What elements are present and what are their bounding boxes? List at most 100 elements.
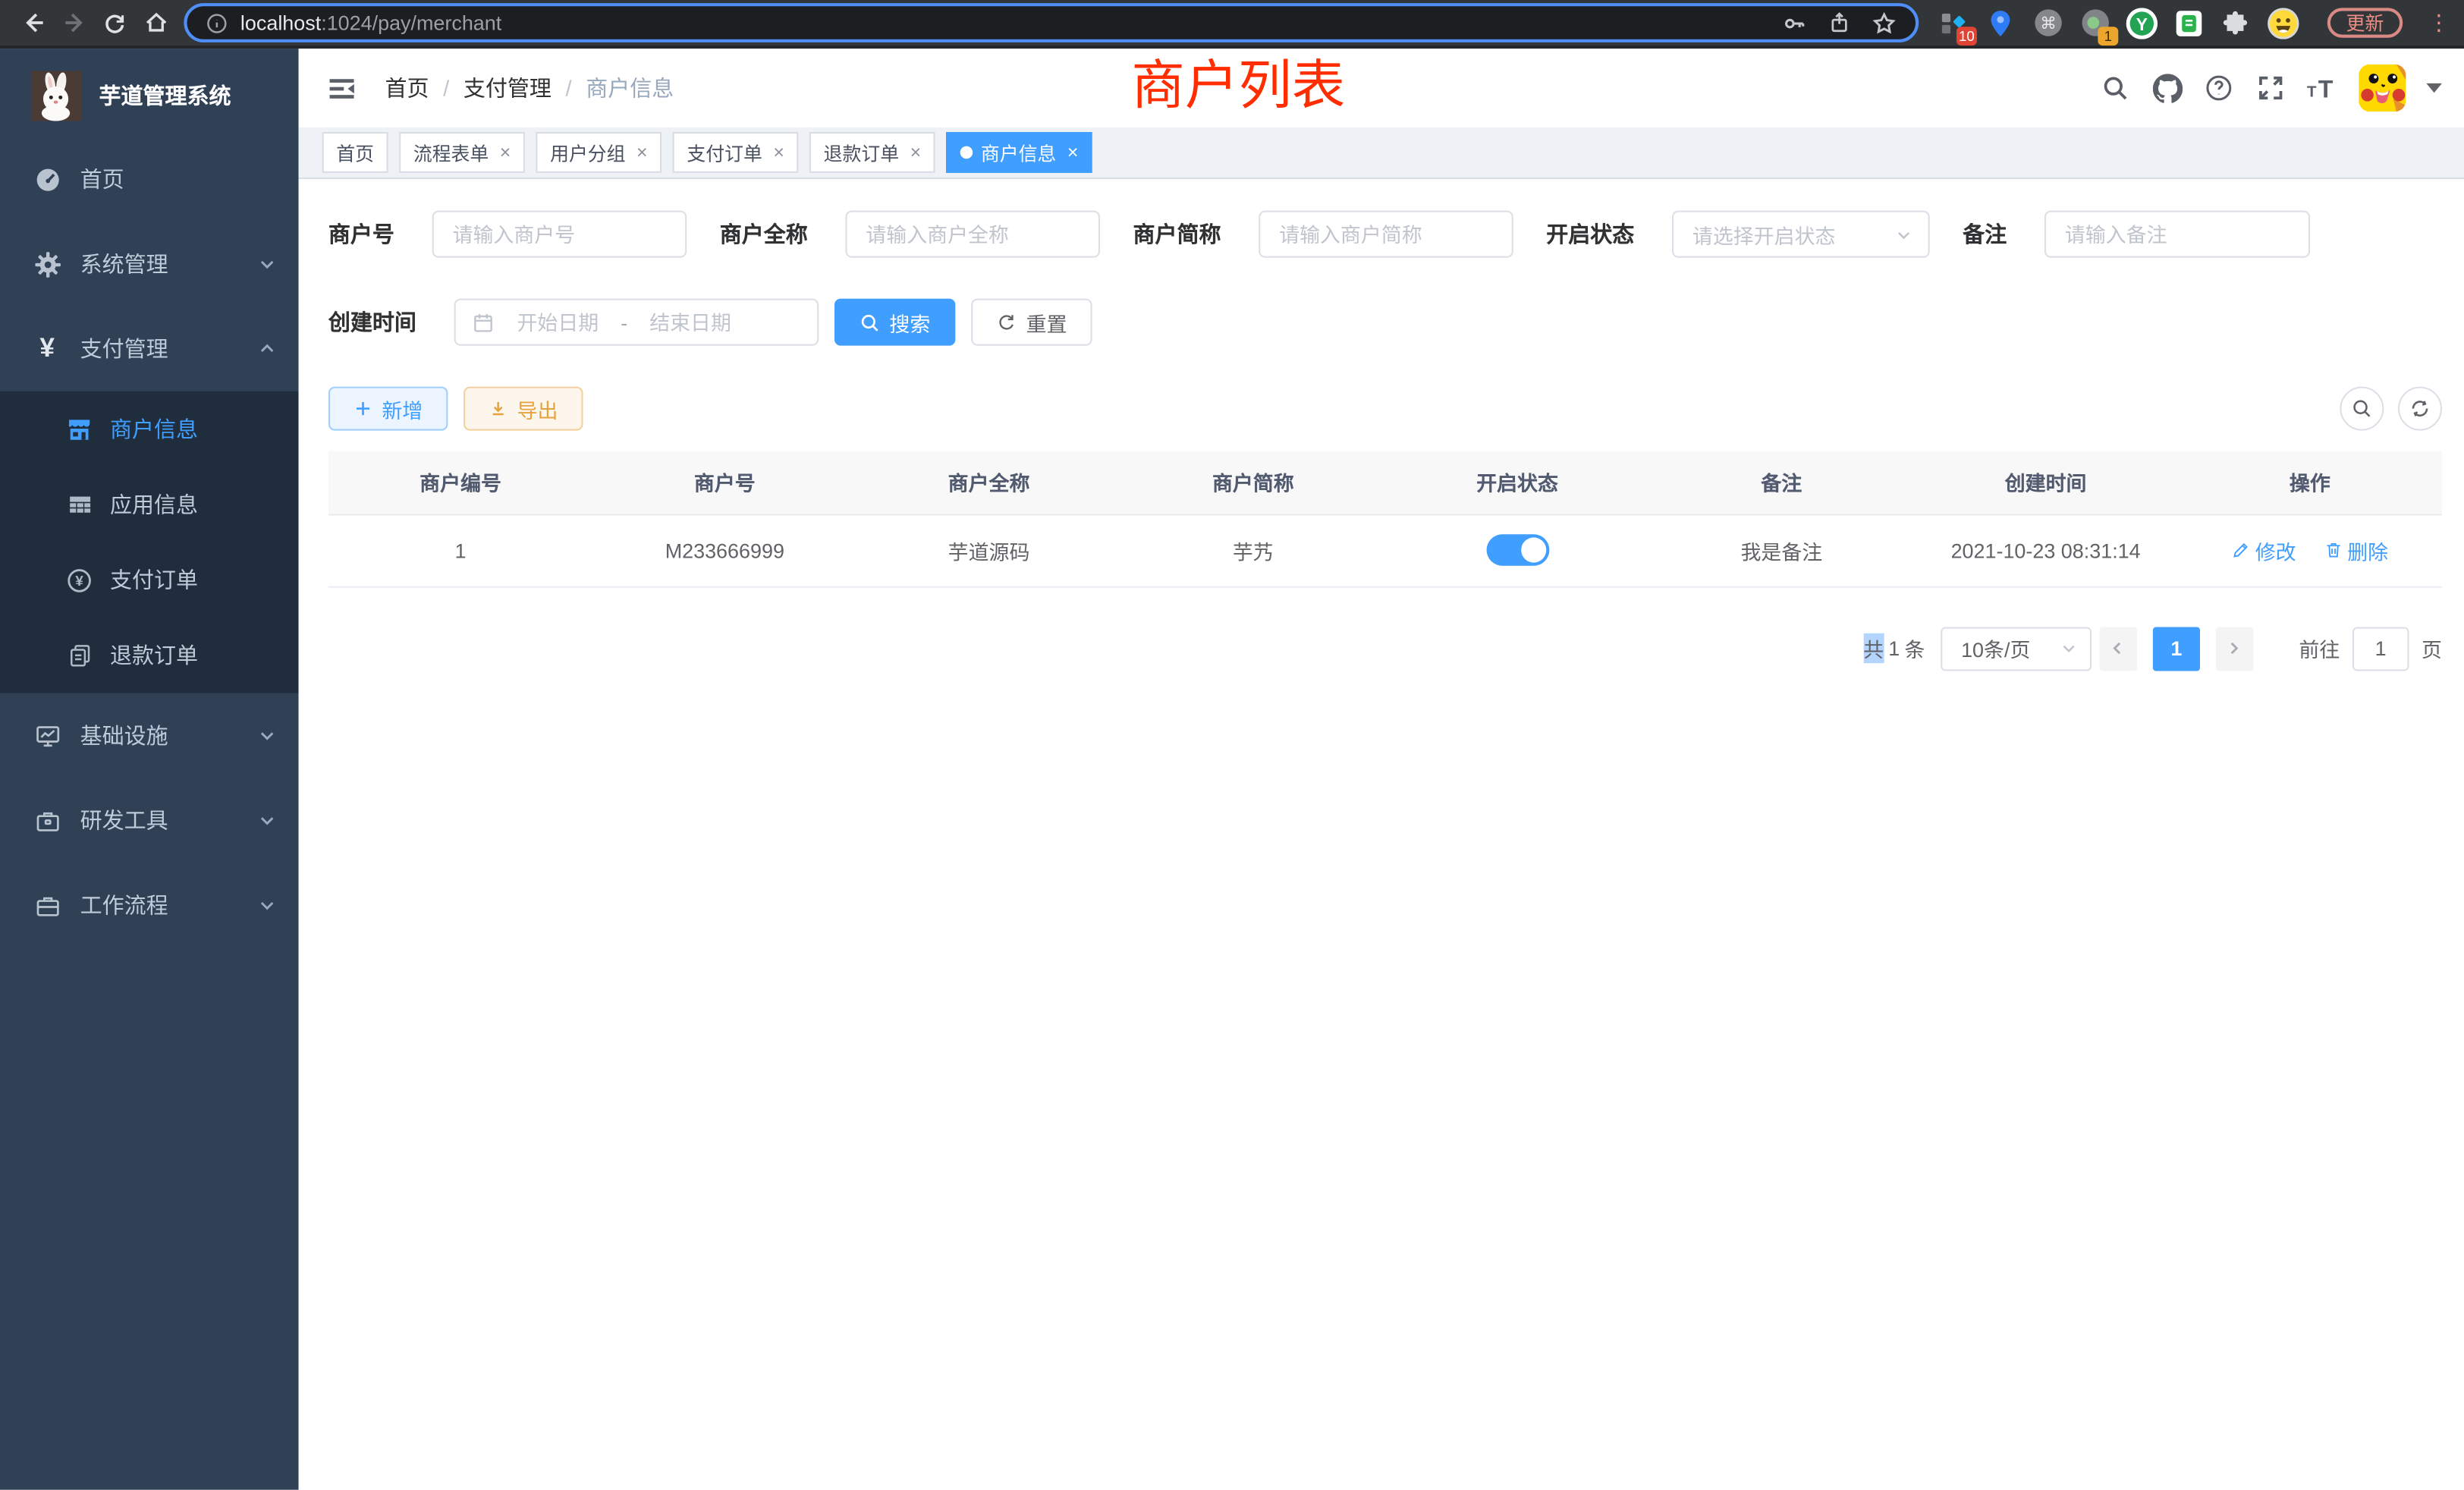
share-icon[interactable]	[1828, 11, 1851, 35]
full-name-input[interactable]	[845, 211, 1100, 258]
table-refresh-icon[interactable]	[2398, 387, 2442, 431]
sidebar-subitem-label: 支付订单	[110, 564, 198, 596]
sidebar-item-devtools[interactable]: 研发工具	[0, 778, 299, 863]
search-icon[interactable]	[2099, 72, 2130, 103]
start-date-input[interactable]	[501, 310, 614, 334]
tab-label: 退款订单	[824, 139, 899, 165]
next-page-icon[interactable]	[2216, 626, 2254, 670]
toolbox-icon	[33, 806, 61, 835]
url-bar[interactable]: localhost:1024/pay/merchant	[184, 3, 1919, 42]
grid-icon	[66, 491, 93, 517]
edit-link[interactable]: 修改	[2232, 535, 2296, 564]
browser-menu-kebab-icon[interactable]: ⋮	[2428, 9, 2450, 36]
breadcrumb-pay[interactable]: 支付管理	[464, 72, 552, 103]
cell-short-name: 芋艿	[1121, 514, 1385, 586]
github-icon[interactable]	[2151, 72, 2183, 103]
sidebar-subitem-merchant[interactable]: 商户信息	[0, 391, 299, 467]
sidebar-subitem-app[interactable]: 应用信息	[0, 467, 299, 542]
full-name-label: 商户全称	[720, 218, 808, 250]
tab-process-form[interactable]: 流程表单	[399, 132, 525, 173]
total-prefix: 共	[1863, 633, 1884, 663]
tab-merchant-info[interactable]: 商户信息	[946, 132, 1092, 173]
cell-merchant-id: 1	[328, 514, 592, 586]
calendar-icon	[471, 310, 495, 334]
caret-down-icon[interactable]	[2426, 83, 2442, 94]
remark-input[interactable]	[2044, 211, 2310, 258]
back-icon[interactable]	[13, 2, 54, 43]
svg-text:T: T	[2318, 76, 2334, 102]
add-button-label: 新增	[382, 394, 423, 423]
user-avatar[interactable]	[2359, 64, 2406, 112]
app-logo-row[interactable]: 芋道管理系统	[0, 49, 299, 121]
sidebar-item-home[interactable]: 首页	[0, 137, 299, 222]
bookmark-star-icon[interactable]	[1872, 10, 1897, 35]
end-date-input[interactable]	[633, 310, 746, 334]
table-row: 1 M233666999 芋道源码 芋艿 我是备注 2021-10-23 08:…	[328, 514, 2442, 586]
tab-label: 商户信息	[981, 139, 1056, 165]
merchant-table: 商户编号 商户号 商户全称 商户简称 开启状态 备注 创建时间 操作 1	[328, 451, 2442, 587]
sidebar-subitem-refund-order[interactable]: 退款订单	[0, 618, 299, 693]
col-merchant-id: 商户编号	[328, 451, 592, 514]
status-toggle-on[interactable]	[1486, 534, 1549, 565]
fullscreen-icon[interactable]	[2255, 72, 2286, 103]
extension-y-icon[interactable]: Y	[2126, 7, 2158, 38]
close-icon[interactable]	[500, 141, 511, 163]
close-icon[interactable]	[1067, 141, 1079, 163]
sidebar-item-system[interactable]: 系统管理	[0, 222, 299, 306]
create-time-range-picker[interactable]: -	[454, 299, 819, 346]
help-icon[interactable]	[2203, 72, 2234, 103]
goto-page-input[interactable]	[2352, 626, 2409, 670]
sidebar-item-label: 支付管理	[80, 333, 168, 364]
short-name-input[interactable]	[1259, 211, 1513, 258]
extension-pin-icon[interactable]	[1985, 7, 2016, 38]
sidebar-collapse-icon[interactable]	[324, 71, 359, 105]
chevron-down-icon	[2060, 640, 2078, 657]
close-icon[interactable]	[910, 141, 922, 163]
table-search-toggle-icon[interactable]	[2340, 387, 2384, 431]
status-select[interactable]: 请选择开启状态	[1672, 211, 1930, 258]
store-icon	[66, 416, 93, 442]
tab-user-group[interactable]: 用户分组	[536, 132, 662, 173]
extension-tiles-icon[interactable]: 10	[1938, 7, 1969, 38]
sidebar-subitem-pay-order[interactable]: ¥ 支付订单	[0, 542, 299, 618]
extension-proxy-icon[interactable]: 1	[2079, 7, 2110, 38]
extensions-puzzle-icon[interactable]	[2220, 7, 2252, 38]
reload-icon[interactable]	[94, 2, 135, 43]
sidebar-item-pay[interactable]: ¥ 支付管理	[0, 306, 299, 391]
extension-command-icon[interactable]: ⌘	[2032, 7, 2063, 38]
sidebar-item-workflow[interactable]: 工作流程	[0, 863, 299, 948]
browser-update-button[interactable]: 更新	[2327, 8, 2403, 37]
delete-link[interactable]: 删除	[2324, 535, 2388, 564]
password-key-icon[interactable]	[1782, 10, 1807, 35]
sidebar-item-infra[interactable]: 基础设施	[0, 693, 299, 778]
close-icon[interactable]	[636, 141, 648, 163]
font-size-icon[interactable]: TT	[2307, 72, 2338, 103]
site-info-icon[interactable]	[206, 12, 228, 34]
home-icon[interactable]	[135, 2, 176, 43]
search-button[interactable]: 搜索	[834, 299, 956, 346]
breadcrumb-separator: /	[443, 75, 449, 100]
forward-icon[interactable]	[53, 2, 94, 43]
extension-notes-icon[interactable]	[2173, 7, 2205, 38]
merchant-page: 商户号 商户全称 商户简称 开启状态 请选择开启状态	[299, 179, 2464, 1490]
add-button[interactable]: 新增	[328, 387, 448, 431]
merchant-no-input[interactable]	[432, 211, 687, 258]
breadcrumb-home[interactable]: 首页	[385, 72, 429, 103]
prev-page-icon[interactable]	[2099, 626, 2137, 670]
export-button[interactable]: 导出	[464, 387, 583, 431]
tab-home[interactable]: 首页	[322, 132, 388, 173]
document-icon	[66, 642, 93, 668]
col-actions: 操作	[2178, 451, 2442, 514]
reset-button[interactable]: 重置	[971, 299, 1092, 346]
tab-label: 支付订单	[687, 139, 762, 165]
svg-text:⌘: ⌘	[2039, 14, 2056, 33]
col-full-name: 商户全称	[856, 451, 1120, 514]
tab-refund-order[interactable]: 退款订单	[809, 132, 935, 173]
close-icon[interactable]	[773, 141, 784, 163]
cell-create-time: 2021-10-23 08:31:14	[1913, 514, 2177, 586]
page-number-1[interactable]: 1	[2153, 626, 2200, 670]
chevron-up-icon	[258, 339, 277, 358]
profile-avatar-emoji[interactable]	[2268, 7, 2299, 38]
page-size-select[interactable]: 10条/页	[1941, 626, 2092, 670]
tab-pay-order[interactable]: 支付订单	[673, 132, 799, 173]
